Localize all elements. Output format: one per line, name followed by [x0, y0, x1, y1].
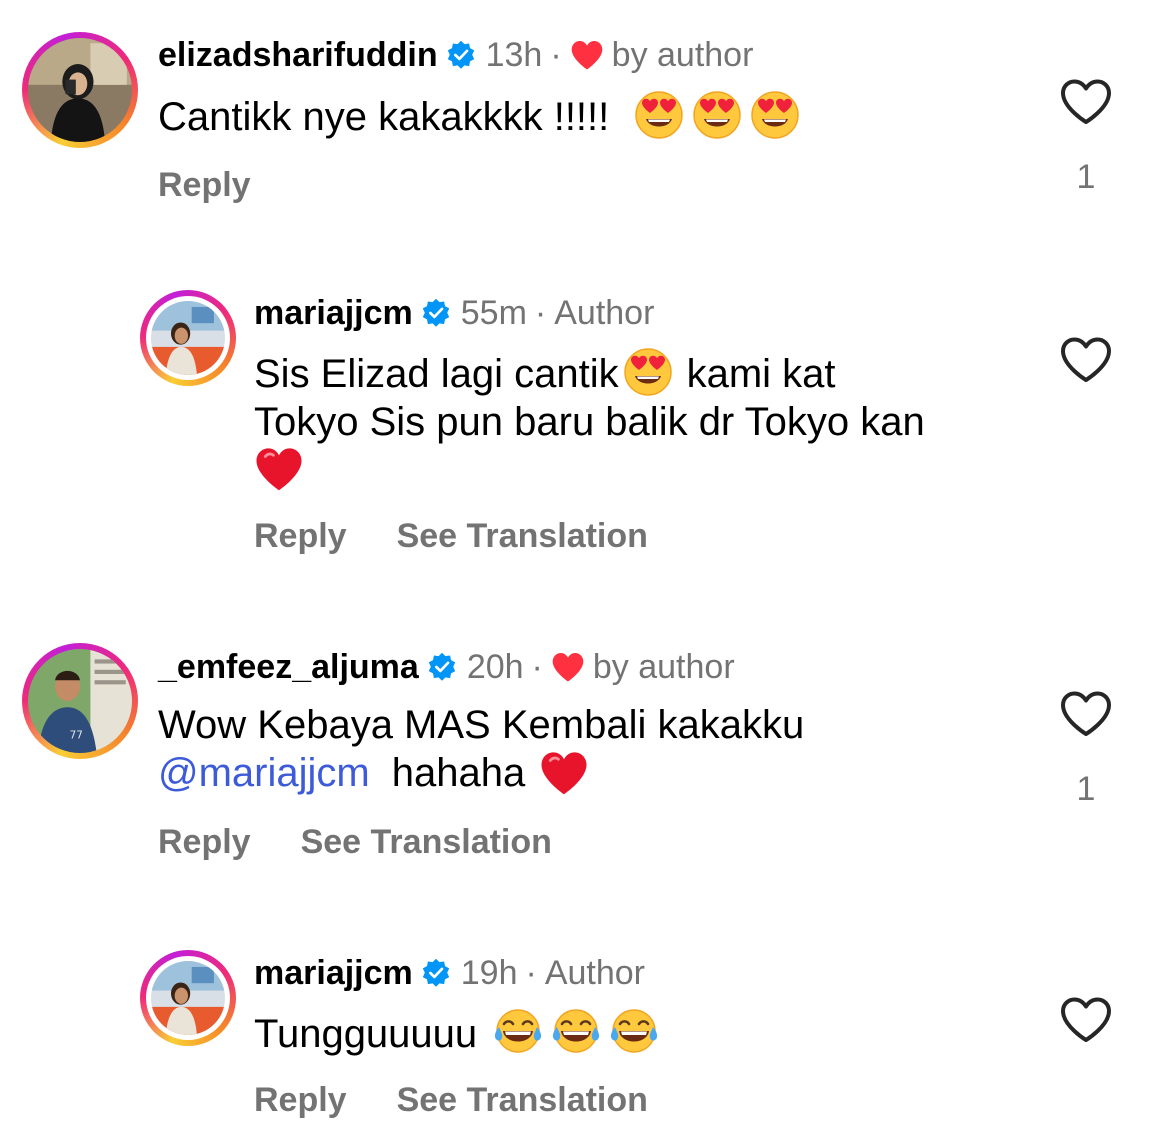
avatar-photo [28, 38, 132, 142]
red-heart-emoji [539, 750, 589, 796]
heart-eyes-emoji [750, 90, 800, 140]
verified-badge-icon [421, 298, 451, 328]
heart-eyes-emoji [692, 90, 742, 140]
like-count: 1 [1076, 158, 1096, 196]
avatar[interactable] [22, 32, 138, 148]
see-translation-button[interactable]: See Translation [397, 1081, 648, 1119]
author-tag: Author [544, 953, 646, 992]
comment-text-content: Sis Elizad lagi cantik [254, 352, 619, 396]
verified-badge-icon [427, 652, 457, 682]
svg-text:77: 77 [70, 729, 83, 741]
comment-text: Cantikk nye kakakkkk !!!!! [158, 90, 800, 141]
tears-of-joy-emoji [609, 1007, 659, 1057]
see-translation-button[interactable]: See Translation [397, 517, 648, 555]
heart-eyes-emoji [623, 347, 673, 397]
reply-button[interactable]: Reply [158, 166, 251, 204]
separator: · [531, 647, 543, 686]
separator: · [550, 35, 562, 74]
verified-badge-icon [446, 40, 476, 70]
reply-button[interactable]: Reply [254, 1081, 347, 1119]
avatar[interactable] [140, 290, 236, 386]
like-count: 1 [1076, 770, 1096, 808]
verified-badge-icon [421, 958, 451, 988]
timestamp: 19h [460, 953, 518, 992]
reply-button[interactable]: Reply [158, 823, 251, 861]
red-heart-icon [551, 651, 585, 683]
timestamp: 55m [460, 293, 527, 332]
red-heart-emoji [254, 446, 304, 492]
comment-text-content: Tungguuuuu [254, 1012, 478, 1056]
comment-text-content: hahaha [391, 751, 526, 795]
comment-text: Sis Elizad lagi cantik kami kat Tokyo Sis… [254, 347, 925, 496]
author-tag: Author [554, 293, 655, 332]
separator: · [534, 293, 547, 332]
avatar[interactable]: 77 [22, 643, 138, 759]
timestamp: 20h [466, 647, 524, 686]
comment-text-content: Cantikk nye kakakkkk !!!!! [158, 95, 610, 139]
comment-text-content: Wow Kebaya MAS Kembali kakakku [158, 703, 805, 747]
tears-of-joy-emoji [493, 1007, 543, 1057]
tears-of-joy-emoji [551, 1007, 601, 1057]
see-translation-button[interactable]: See Translation [301, 823, 552, 861]
comment-text-content: Tokyo Sis pun baru balik dr Tokyo kan [254, 400, 925, 444]
avatar-photo [151, 301, 225, 375]
like-heart-outline-icon[interactable] [1060, 78, 1112, 126]
comment-text: Tungguuuuu [254, 1007, 659, 1058]
separator: · [525, 953, 537, 992]
author-like-tag: by author [611, 35, 754, 74]
username[interactable]: mariajjcm [254, 294, 413, 333]
red-heart-icon [570, 39, 604, 71]
username[interactable]: _emfeez_aljuma [158, 648, 419, 687]
reply-button[interactable]: Reply [254, 517, 347, 555]
comment-text: Wow Kebaya MAS Kembali kakakku @mariajjc… [158, 701, 804, 797]
mention-link[interactable]: @mariajjcm [158, 751, 370, 795]
username[interactable]: elizadsharifuddin [158, 36, 438, 75]
like-heart-outline-icon[interactable] [1060, 690, 1112, 738]
avatar[interactable] [140, 950, 236, 1046]
like-heart-outline-icon[interactable] [1060, 996, 1112, 1044]
avatar-photo: 77 [28, 649, 132, 753]
author-like-tag: by author [592, 647, 735, 686]
comment-text-content: kami kat [686, 352, 836, 396]
like-heart-outline-icon[interactable] [1060, 336, 1112, 384]
heart-eyes-emoji [634, 90, 684, 140]
timestamp: 13h [485, 35, 543, 74]
username[interactable]: mariajjcm [254, 954, 413, 993]
avatar-photo [151, 961, 225, 1035]
